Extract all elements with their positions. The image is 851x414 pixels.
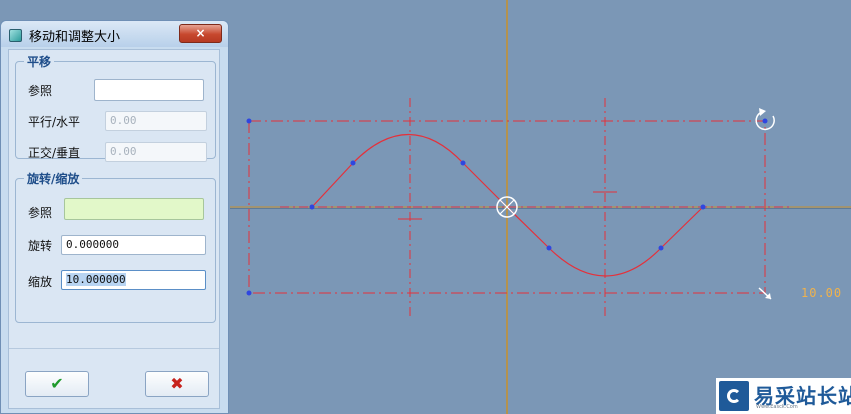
translate-reference-field[interactable] xyxy=(94,79,204,101)
rotate-reference-field[interactable] xyxy=(64,198,204,220)
cancel-button[interactable]: ✖ xyxy=(145,371,209,397)
scale-readout: 10.00 xyxy=(801,286,843,300)
scale-value-selected: 10.000000 xyxy=(66,273,126,286)
point xyxy=(246,290,252,296)
normal-field[interactable]: 0.00 xyxy=(105,142,207,162)
dialog-body: 平移 参照 平行/水平 0.00 正交/垂直 0.00 旋转/缩放 参照 旋转 … xyxy=(8,49,220,409)
point xyxy=(460,160,466,166)
scale-label: 缩放 xyxy=(28,275,53,289)
close-button[interactable]: × xyxy=(179,24,222,43)
logo-subtext: Www.Easck.Com xyxy=(756,404,798,410)
dialog-title: 移动和调整大小 xyxy=(29,30,121,45)
rotate-scale-legend: 旋转/缩放 xyxy=(27,172,80,186)
point xyxy=(309,204,315,210)
point xyxy=(700,204,706,210)
translate-legend: 平移 xyxy=(27,55,52,69)
translate-reference-label: 参照 xyxy=(28,84,53,98)
parallel-label: 平行/水平 xyxy=(28,115,81,129)
point xyxy=(658,245,664,251)
point xyxy=(546,245,552,251)
parallel-field[interactable]: 0.00 xyxy=(105,111,207,131)
point xyxy=(350,160,356,166)
point xyxy=(246,118,252,124)
dialog-titlebar[interactable]: 移动和调整大小 × xyxy=(1,21,228,47)
dialog-app-icon xyxy=(9,29,22,42)
normal-label: 正交/垂直 xyxy=(28,146,81,160)
point xyxy=(762,118,768,124)
ok-button[interactable]: ✔ xyxy=(25,371,89,397)
move-resize-dialog: 移动和调整大小 × 平移 参照 平行/水平 0.00 正交/垂直 0.00 旋转… xyxy=(0,20,229,414)
rotate-field[interactable]: 0.000000 xyxy=(61,235,206,255)
site-logo: 易采站长站 Www.Easck.Com xyxy=(716,378,851,414)
footer-separator xyxy=(9,348,219,349)
logo-icon xyxy=(719,381,749,411)
scale-field[interactable]: 10.000000 xyxy=(61,270,206,290)
rotate-reference-label: 参照 xyxy=(28,206,53,220)
rotate-label: 旋转 xyxy=(28,239,53,253)
